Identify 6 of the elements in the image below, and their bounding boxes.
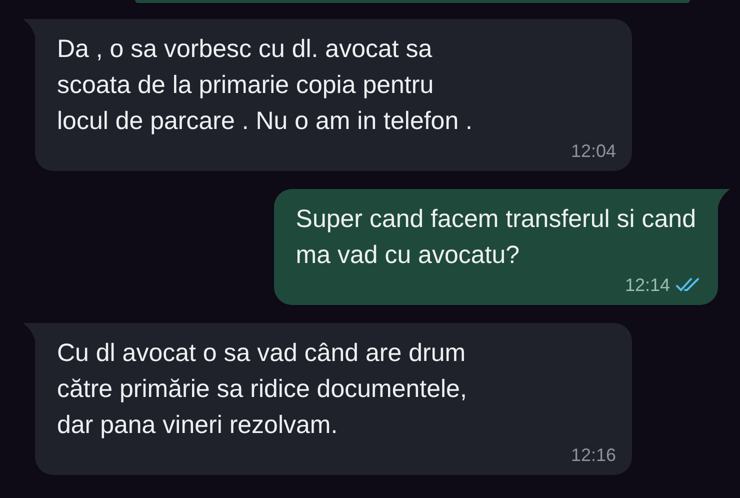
message-text: Da , o sa vorbesc cu dl. avocat sa scoata de la primarie copia pentru locul de parcare . Nu o am in telefon . <box>57 34 474 137</box>
message-time: 12:14 <box>624 274 670 296</box>
message-text: Super cand facem transferul si cand ma vad cu avocatu? <box>296 204 696 271</box>
message-time: 12:16 <box>570 444 616 466</box>
message-text: Cu dl avocat o sa vad când are drum către primărie sa ridice documentele, dar pana vineri rezolvam. <box>57 338 468 441</box>
message-time: 12:04 <box>570 140 616 162</box>
